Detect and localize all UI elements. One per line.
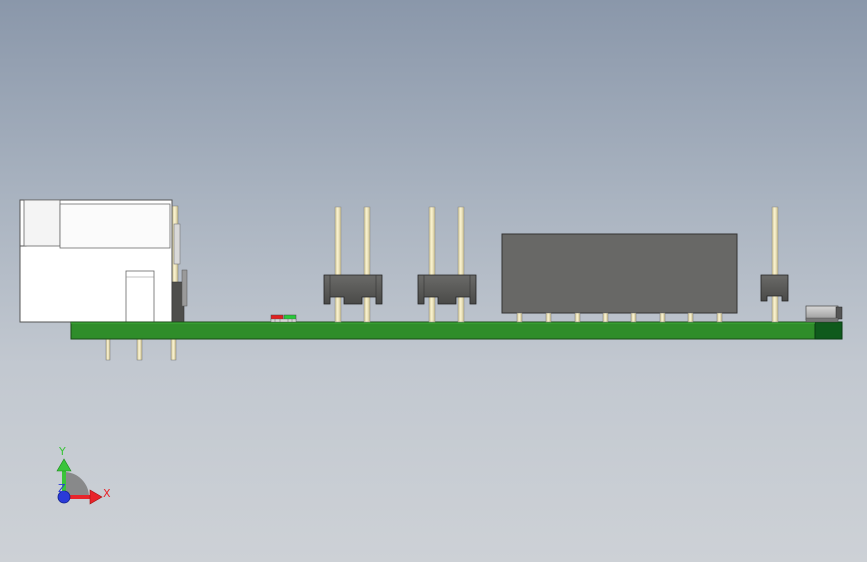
y-axis-arrow <box>56 458 72 472</box>
rj45-window <box>125 270 155 323</box>
header-body <box>323 274 383 305</box>
z-axis-label: Z <box>58 482 66 495</box>
pcb-main <box>70 321 816 340</box>
rj45-pin <box>170 337 177 361</box>
axis-triad[interactable]: Y X Z <box>56 445 111 505</box>
rj45-latch <box>173 223 181 265</box>
y-axis-label: Y <box>58 445 66 458</box>
header-pin <box>363 206 371 323</box>
header-pin <box>457 206 465 323</box>
pin-header-2x[interactable] <box>323 206 383 323</box>
rj45-top-shade <box>23 199 61 247</box>
pcb-side-view: Y X Z <box>19 199 843 505</box>
header-pin <box>428 206 436 323</box>
dip-module[interactable] <box>501 233 738 323</box>
pcb-end <box>814 321 843 340</box>
pin-header-2x[interactable] <box>417 206 477 323</box>
switch-actuator <box>835 306 843 320</box>
x-axis-label: X <box>103 487 111 500</box>
pcb-board[interactable] <box>70 321 843 340</box>
smd-switch[interactable] <box>805 305 843 323</box>
module-pins <box>516 312 723 323</box>
x-axis-arrow <box>89 489 103 505</box>
header-pin <box>771 206 779 323</box>
rj45-recess <box>59 203 171 249</box>
rj45-pin <box>136 337 143 361</box>
header-pin <box>334 206 342 323</box>
cad-viewport[interactable]: Y X Z <box>0 0 867 562</box>
smd-leds[interactable] <box>270 314 297 323</box>
rj45-pin <box>105 337 111 361</box>
header-body <box>417 274 477 305</box>
pin-header-1x[interactable] <box>760 206 789 323</box>
module-body <box>501 233 738 314</box>
